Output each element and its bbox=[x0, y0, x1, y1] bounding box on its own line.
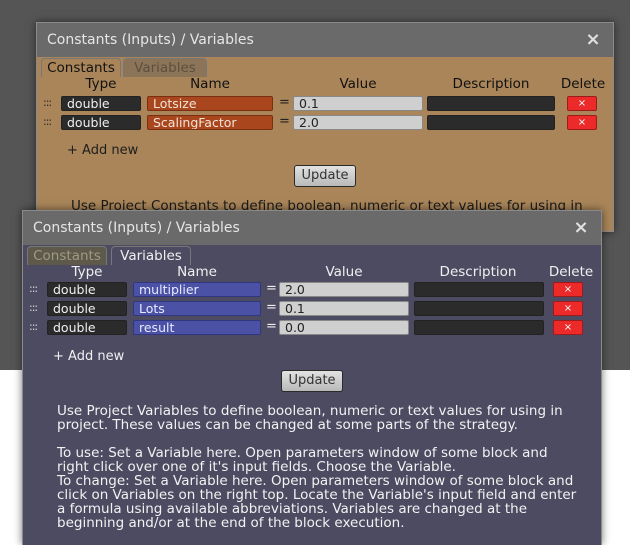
window-title: Constants (Inputs) / Variables bbox=[23, 211, 601, 245]
value-field[interactable]: 0.1 bbox=[293, 96, 423, 111]
delete-button[interactable]: × bbox=[553, 301, 583, 316]
add-new-link[interactable]: + Add new bbox=[53, 349, 124, 364]
description-field[interactable] bbox=[414, 301, 544, 316]
name-field[interactable]: Lotsize bbox=[147, 96, 273, 111]
help-line: To change: Set a Variable here. Open par… bbox=[57, 473, 574, 489]
drag-handle-icon[interactable]: ::: bbox=[29, 282, 38, 295]
type-field[interactable]: double bbox=[47, 282, 127, 297]
help-line: To use: Set a Variable here. Open parame… bbox=[57, 445, 548, 461]
header-value: Value bbox=[339, 76, 377, 92]
delete-button[interactable]: × bbox=[553, 320, 583, 335]
help-line: Use Project Variables to define boolean,… bbox=[57, 403, 563, 419]
description-field[interactable] bbox=[427, 96, 555, 111]
header-type: Type bbox=[71, 264, 103, 280]
name-field[interactable]: ScalingFactor bbox=[147, 115, 273, 130]
constants-window: Constants (Inputs) / Variables × Constan… bbox=[36, 22, 614, 232]
description-field[interactable] bbox=[414, 320, 544, 335]
header-type: Type bbox=[85, 76, 117, 92]
name-field[interactable]: Lots bbox=[133, 301, 261, 316]
window-title: Constants (Inputs) / Variables bbox=[37, 23, 613, 57]
header-value: Value bbox=[325, 264, 363, 280]
add-new-link[interactable]: + Add new bbox=[67, 143, 138, 158]
tab-variables[interactable]: Variables bbox=[111, 246, 191, 265]
close-icon[interactable]: × bbox=[585, 31, 601, 49]
header-description: Description bbox=[439, 264, 517, 280]
type-field[interactable]: double bbox=[61, 115, 141, 130]
equals-sign: = bbox=[279, 95, 290, 110]
delete-button[interactable]: × bbox=[567, 115, 597, 130]
close-icon[interactable]: × bbox=[573, 219, 589, 237]
variables-window: Constants (Inputs) / Variables × Constan… bbox=[22, 210, 602, 545]
help-line: a formula using available abbreviations.… bbox=[57, 501, 528, 517]
update-button[interactable]: Update bbox=[281, 370, 343, 392]
help-spacer bbox=[57, 432, 576, 446]
table-row: ::: double result = 0.0 × bbox=[23, 319, 601, 336]
drag-handle-icon[interactable]: ::: bbox=[43, 96, 52, 109]
help-line: beginning and/or at the end of the block… bbox=[57, 515, 405, 531]
table-row: ::: double ScalingFactor = 2.0 × bbox=[37, 114, 613, 131]
value-field[interactable]: 0.0 bbox=[279, 320, 409, 335]
help-line: right click over one of it's input field… bbox=[57, 459, 456, 475]
equals-sign: = bbox=[266, 281, 277, 296]
header-delete: Delete bbox=[560, 76, 606, 92]
type-field[interactable]: double bbox=[47, 301, 127, 316]
column-headers: Type Name Value Description Delete bbox=[23, 264, 601, 282]
name-field[interactable]: result bbox=[133, 320, 261, 335]
delete-button[interactable]: × bbox=[567, 96, 597, 111]
description-field[interactable] bbox=[414, 282, 544, 297]
type-field[interactable]: double bbox=[61, 96, 141, 111]
type-field[interactable]: double bbox=[47, 320, 127, 335]
value-field[interactable]: 2.0 bbox=[279, 282, 409, 297]
tab-constants[interactable]: Constants bbox=[27, 246, 107, 265]
drag-handle-icon[interactable]: ::: bbox=[29, 320, 38, 333]
help-line: project. These values can be changed at … bbox=[57, 417, 518, 433]
header-name: Name bbox=[177, 264, 217, 280]
header-name: Name bbox=[190, 76, 230, 92]
value-field[interactable]: 2.0 bbox=[293, 115, 423, 130]
name-field[interactable]: multiplier bbox=[133, 282, 261, 297]
header-description: Description bbox=[452, 76, 530, 92]
header-delete: Delete bbox=[548, 264, 594, 280]
drag-handle-icon[interactable]: ::: bbox=[43, 115, 52, 128]
table-row: ::: double Lotsize = 0.1 × bbox=[37, 95, 613, 112]
equals-sign: = bbox=[279, 114, 290, 129]
description-field[interactable] bbox=[427, 115, 555, 130]
table-row: ::: double multiplier = 2.0 × bbox=[23, 281, 601, 298]
value-field[interactable]: 0.1 bbox=[279, 301, 409, 316]
column-headers: Type Name Value Description Delete bbox=[37, 76, 613, 94]
equals-sign: = bbox=[266, 319, 277, 334]
help-line: click on Variables on the right top. Loc… bbox=[57, 487, 577, 503]
equals-sign: = bbox=[266, 300, 277, 315]
tab-variables[interactable]: Variables bbox=[123, 58, 207, 77]
drag-handle-icon[interactable]: ::: bbox=[29, 301, 38, 314]
delete-button[interactable]: × bbox=[553, 282, 583, 297]
table-row: ::: double Lots = 0.1 × bbox=[23, 300, 601, 317]
tab-constants[interactable]: Constants bbox=[41, 58, 121, 77]
help-text: Use Project Variables to define boolean,… bbox=[57, 404, 576, 530]
update-button[interactable]: Update bbox=[294, 165, 356, 187]
